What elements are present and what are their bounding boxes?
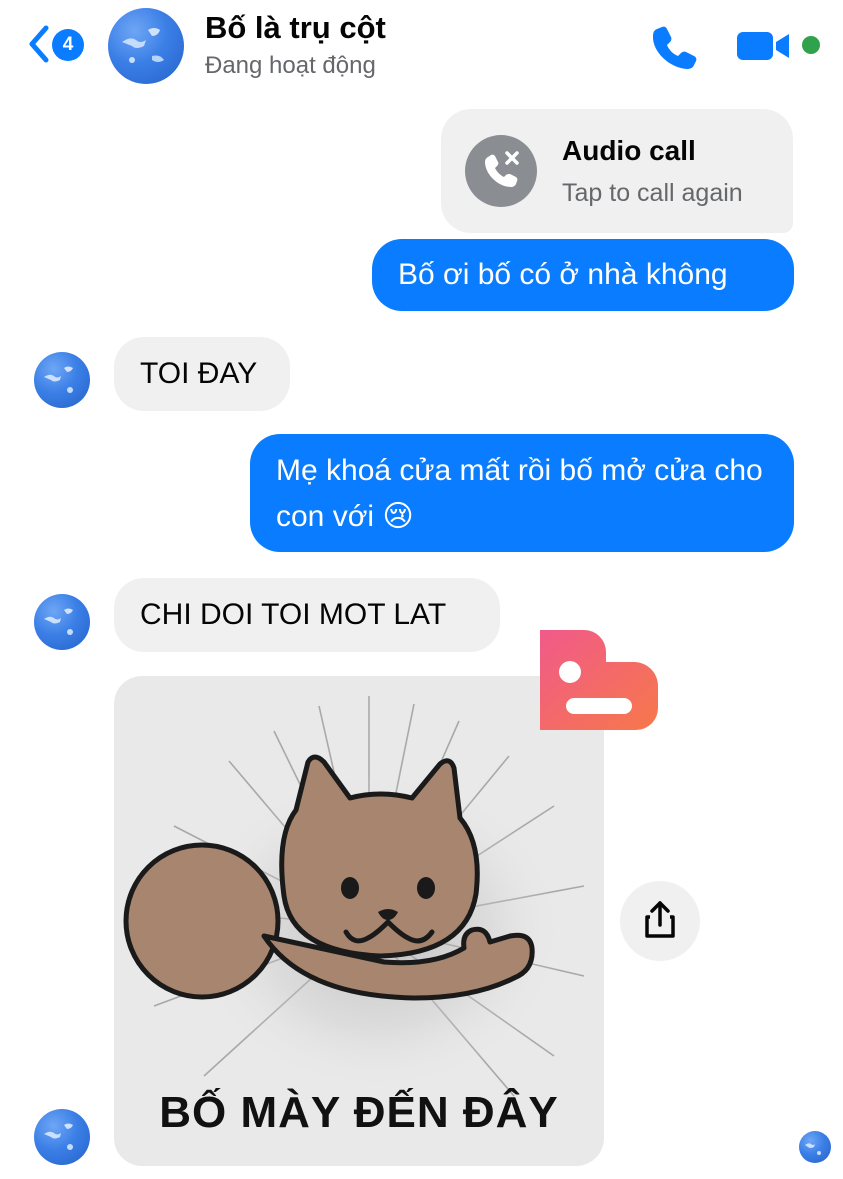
brand-logo-icon bbox=[540, 630, 658, 730]
online-status-dot bbox=[802, 36, 820, 54]
cat-sticker[interactable]: BỐ MÀY ĐẾN ĐÂY bbox=[114, 676, 604, 1166]
contact-name[interactable]: Bố là trụ cột bbox=[205, 10, 386, 46]
outgoing-message[interactable]: Bố ơi bố có ở nhà không bbox=[372, 239, 794, 311]
share-button[interactable] bbox=[620, 881, 700, 961]
audio-call-card[interactable]: Audio call Tap to call again bbox=[441, 109, 793, 233]
incoming-message[interactable]: TOI ĐAY bbox=[114, 337, 290, 411]
video-camera-icon[interactable] bbox=[735, 26, 793, 66]
call-again-link[interactable]: Tap to call again bbox=[562, 179, 743, 208]
chevron-left-icon[interactable] bbox=[24, 22, 54, 66]
call-title: Audio call bbox=[562, 135, 696, 166]
unread-count-badge[interactable]: 4 bbox=[52, 29, 84, 61]
phone-icon[interactable] bbox=[650, 22, 698, 70]
share-icon bbox=[645, 901, 675, 938]
chat-header: 4 Bố là trụ cột Đang hoạt động bbox=[0, 0, 843, 92]
contact-avatar[interactable] bbox=[108, 8, 184, 84]
contact-avatar-small bbox=[34, 1109, 90, 1165]
contact-avatar-small bbox=[34, 352, 90, 408]
outgoing-message[interactable]: Mẹ khoá cửa mất rồi bố mở cửa cho con vớ… bbox=[250, 434, 794, 552]
missed-call-icon bbox=[465, 135, 537, 207]
sticker-caption: BỐ MÀY ĐẾN ĐÂY bbox=[159, 1088, 559, 1137]
incoming-message[interactable]: CHI DOI TOI MOT LAT bbox=[114, 578, 500, 652]
active-status: Đang hoạt động bbox=[205, 52, 376, 79]
contact-avatar-small bbox=[34, 594, 90, 650]
seen-indicator-avatar bbox=[799, 1131, 831, 1163]
